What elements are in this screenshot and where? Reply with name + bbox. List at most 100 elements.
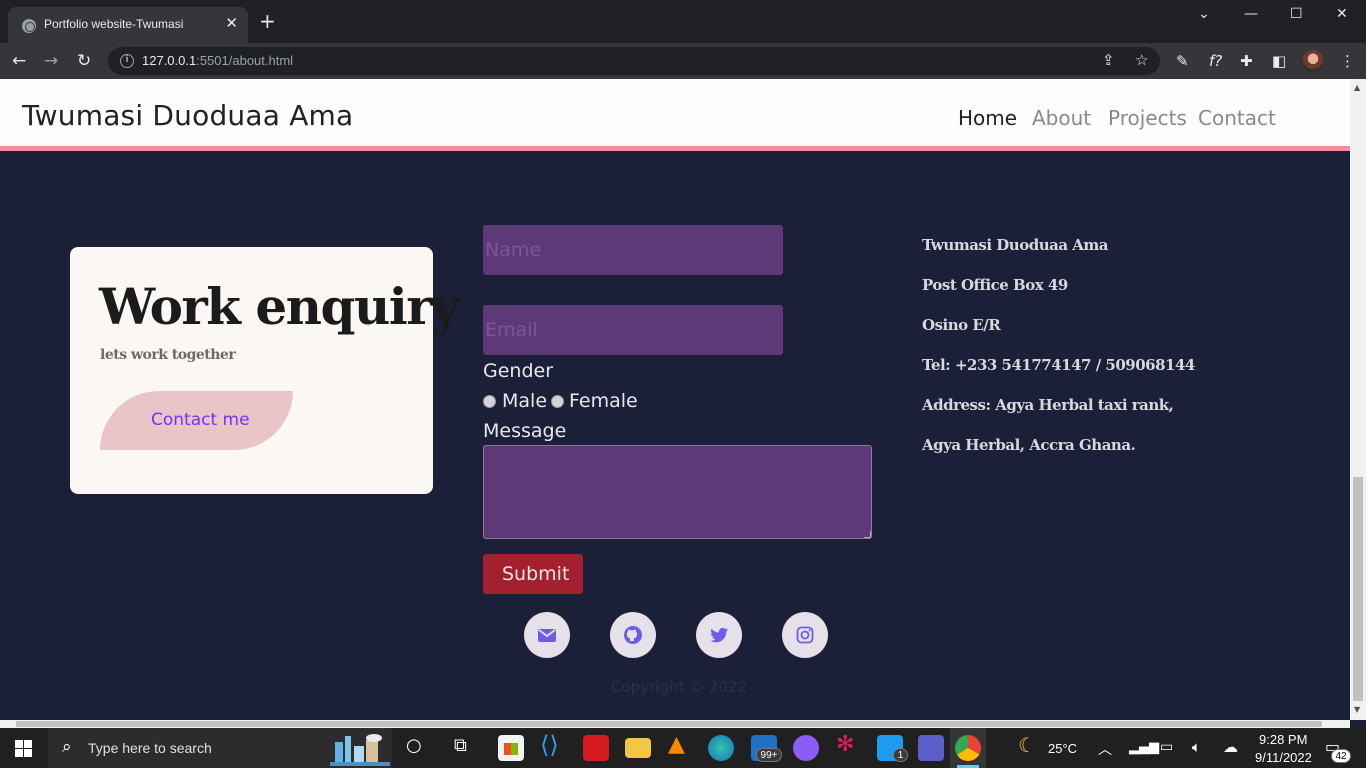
instagram-icon (796, 626, 814, 644)
email-link[interactable] (524, 612, 570, 658)
chrome-app-icon[interactable] (955, 735, 981, 761)
vertical-scroll-thumb[interactable] (1353, 477, 1363, 701)
globe-icon (22, 19, 36, 33)
female-label: Female (569, 390, 638, 412)
browser-toolbar: ← → ↻ i 127.0.0.1:5501/about.html ⇪ ☆ ✎ … (0, 43, 1366, 79)
horizontal-scroll-thumb[interactable] (16, 721, 1322, 727)
vscode-app-icon[interactable]: ⟨⟩ (540, 731, 559, 759)
menu-icon[interactable]: ⋮ (1340, 52, 1355, 70)
name-placeholder: Name (485, 239, 542, 261)
clock-date[interactable]: 9/11/2022 (1255, 750, 1312, 765)
site-navbar: Twumasi Duoduaa Ama Home About Projects … (0, 79, 1350, 151)
twitter-icon (710, 627, 728, 643)
nav-contact[interactable]: Contact (1198, 106, 1276, 130)
share-icon[interactable]: ⇪ (1102, 51, 1115, 69)
message-label: Message (483, 420, 567, 442)
new-tab-button[interactable]: + (259, 11, 276, 31)
scroll-up-icon[interactable]: ▲ (1354, 83, 1360, 92)
address-line-name: Twumasi Duoduaa Ama (922, 236, 1109, 254)
vertical-scrollbar[interactable]: ▲ ▼ (1350, 79, 1366, 720)
notification-count: 42 (1331, 749, 1351, 763)
battery-icon[interactable]: ▭ (1160, 739, 1173, 755)
weather-icon[interactable]: ☾ (1018, 733, 1036, 757)
female-radio[interactable] (551, 395, 564, 408)
taskbar-search-box[interactable]: ⌕ Type here to search (48, 728, 392, 768)
close-tab-icon[interactable]: ✕ (225, 14, 238, 32)
twitter-link[interactable] (696, 612, 742, 658)
cortana-icon[interactable]: ○ (406, 735, 422, 756)
gender-label: Gender (483, 360, 554, 382)
contact-me-label: Contact me (151, 410, 250, 430)
slack-app-icon[interactable]: ✻ (836, 732, 854, 757)
envelope-icon (538, 629, 556, 642)
taskbar-search-placeholder: Type here to search (88, 740, 212, 756)
side-panel-icon[interactable]: ◧ (1272, 52, 1286, 70)
textarea-resize-handle[interactable] (864, 531, 871, 538)
file-explorer-icon[interactable] (625, 738, 651, 758)
male-label: Male (502, 390, 548, 412)
mail-badge: 99+ (756, 748, 782, 762)
forward-button[interactable]: → (44, 51, 58, 71)
close-window-button[interactable]: ✕ (1336, 6, 1348, 22)
puzzle-icon[interactable]: ✚ (1240, 52, 1253, 70)
message-textarea[interactable] (483, 445, 872, 539)
extension-fx-icon[interactable]: f? (1209, 52, 1222, 70)
task-view-icon[interactable]: ⧉ (454, 735, 467, 756)
chrome-taskbar-slot[interactable] (950, 728, 986, 768)
chevron-down-icon[interactable]: ⌄ (1198, 6, 1210, 22)
weather-temp[interactable]: 25°C (1048, 741, 1077, 756)
address-line-box: Post Office Box 49 (922, 276, 1068, 294)
info-icon[interactable]: i (120, 54, 134, 68)
star-icon[interactable]: ☆ (1135, 51, 1148, 69)
card-subtitle: lets work together (100, 347, 236, 363)
copyright-text: Copyright © 2022 (611, 678, 748, 696)
github-desktop-icon[interactable] (793, 735, 819, 761)
nav-home[interactable]: Home (958, 106, 1017, 130)
extension-pen-icon[interactable]: ✎ (1176, 52, 1189, 70)
anydesk-app-icon[interactable] (583, 735, 609, 761)
network-icon[interactable]: ▂▄▆ (1129, 740, 1159, 755)
web-page: Twumasi Duoduaa Ama Home About Projects … (0, 79, 1350, 720)
male-radio[interactable] (483, 395, 496, 408)
name-input[interactable]: Name (483, 225, 783, 275)
instagram-link[interactable] (782, 612, 828, 658)
work-enquiry-card: Work enquiry lets work together Contact … (70, 247, 460, 494)
scroll-down-icon[interactable]: ▼ (1354, 705, 1360, 714)
browser-tab[interactable]: Portfolio website-Twumasi ✕ (8, 7, 248, 43)
edge-app-icon[interactable] (708, 735, 734, 761)
email-input[interactable]: Email (483, 305, 783, 355)
brand-name[interactable]: Twumasi Duoduaa Ama (22, 99, 353, 132)
address-line-tel: Tel: +233 541774147 / 509068144 (922, 356, 1195, 374)
maximize-button[interactable]: ☐ (1290, 6, 1303, 22)
nav-about[interactable]: About (1032, 106, 1091, 130)
chevron-up-icon[interactable]: ︿ (1098, 739, 1112, 759)
github-link[interactable] (610, 612, 656, 658)
tab-title: Portfolio website-Twumasi (44, 17, 184, 31)
cloud-icon[interactable]: ☁ (1223, 738, 1238, 756)
contact-me-button[interactable]: Contact me (100, 391, 293, 450)
minimize-button[interactable]: — (1244, 6, 1258, 22)
horizontal-scrollbar[interactable] (0, 720, 1350, 728)
avatar[interactable] (1302, 50, 1324, 72)
volume-icon[interactable]: 🔈︎ (1192, 738, 1201, 756)
github-icon (624, 626, 642, 644)
reload-button[interactable]: ↻ (77, 51, 91, 71)
back-button[interactable]: ← (12, 51, 26, 71)
nav-projects[interactable]: Projects (1108, 106, 1187, 130)
teams-app-icon[interactable] (918, 735, 944, 761)
vlc-app-icon[interactable]: ▲ (668, 732, 685, 757)
browser-tabbar: Portfolio website-Twumasi ✕ + ⌄ — ☐ ✕ (0, 0, 1366, 43)
url-text: 127.0.0.1:5501/about.html (142, 53, 294, 68)
search-icon: ⌕ (62, 737, 72, 757)
twitter-badge: 1 (893, 748, 908, 762)
email-placeholder: Email (485, 319, 538, 341)
card-title: Work enquiry (99, 277, 460, 336)
store-app-icon[interactable] (498, 735, 524, 761)
clock-time[interactable]: 9:28 PM (1259, 732, 1307, 747)
address-line-street: Address: Agya Herbal taxi rank, (922, 396, 1174, 414)
windows-start-icon[interactable] (15, 740, 32, 757)
address-bar[interactable]: i 127.0.0.1:5501/about.html ⇪ ☆ (108, 47, 1160, 75)
windows-taskbar: ⌕ Type here to search ○ ⧉ ⟨⟩ ▲ 99+ ✻ 1 ☾… (0, 728, 1366, 768)
submit-label: Submit (502, 563, 570, 585)
submit-button[interactable]: Submit (483, 554, 583, 594)
